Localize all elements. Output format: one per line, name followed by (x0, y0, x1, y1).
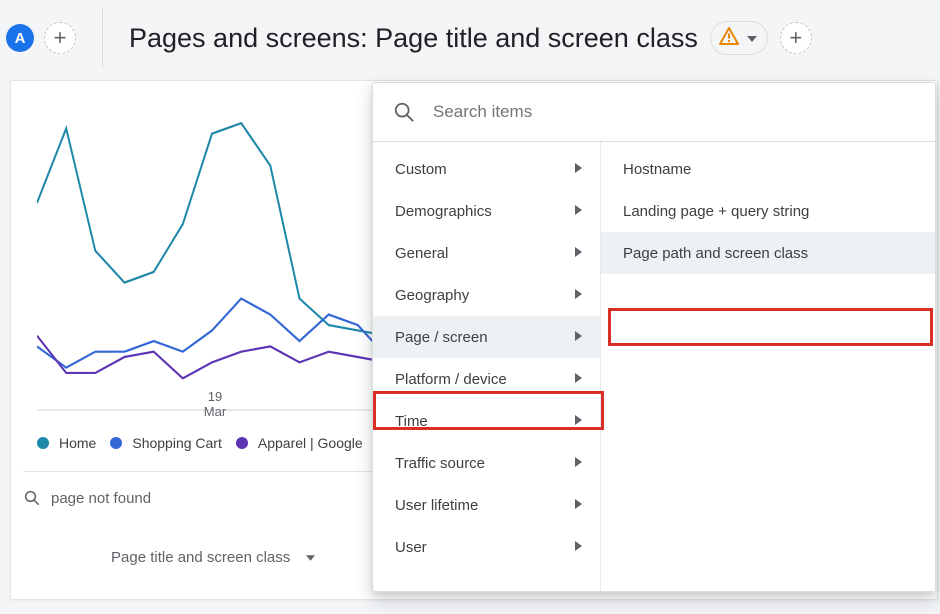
category-list: Custom Demographics General Geography Page /… (373, 142, 601, 591)
chevron-right-icon (575, 288, 582, 302)
legend-label: Home (59, 435, 96, 451)
chevron-right-icon (575, 372, 582, 386)
dimension-select[interactable]: Page title and screen class (111, 549, 315, 566)
chevron-right-icon (575, 456, 582, 470)
category-label: Custom (395, 161, 447, 178)
category-label: Geography (395, 287, 469, 304)
legend-dot (37, 437, 49, 449)
category-label: General (395, 245, 448, 262)
category-item[interactable]: Page / screen (373, 316, 600, 358)
warning-icon (719, 27, 739, 50)
category-label: User (395, 539, 427, 556)
search-icon (23, 489, 41, 507)
legend-item[interactable]: Home (37, 435, 96, 451)
legend-item[interactable]: Shopping Cart (110, 435, 222, 451)
chevron-right-icon (575, 162, 582, 176)
category-item[interactable]: Demographics (373, 190, 600, 232)
chevron-right-icon (575, 414, 582, 428)
line-chart: 19 Mar (37, 91, 387, 421)
legend-dot (110, 437, 122, 449)
subitem-list: Hostname Landing page + query string Page … (601, 142, 935, 591)
sub-item[interactable]: Landing page + query string (601, 190, 935, 232)
chevron-down-icon (747, 29, 757, 47)
legend-item[interactable]: Apparel | Google (236, 435, 363, 451)
category-item[interactable]: User (373, 526, 600, 568)
category-item[interactable]: Platform / device (373, 358, 600, 400)
category-item[interactable]: Time (373, 400, 600, 442)
category-item[interactable]: User lifetime (373, 484, 600, 526)
category-label: Traffic source (395, 455, 485, 472)
legend-label: Apparel | Google (258, 435, 363, 451)
divider (102, 8, 103, 68)
status-pill[interactable] (710, 21, 768, 55)
chevron-right-icon (575, 498, 582, 512)
sub-item-label: Landing page + query string (623, 203, 809, 220)
chart-legend: Home Shopping Cart Apparel | Google (37, 435, 363, 451)
chevron-right-icon (575, 540, 582, 554)
sub-item-label: Page path and screen class (623, 245, 808, 262)
chevron-right-icon (575, 246, 582, 260)
category-item[interactable]: General (373, 232, 600, 274)
category-item[interactable]: Geography (373, 274, 600, 316)
category-item[interactable]: Custom (373, 148, 600, 190)
category-label: Time (395, 413, 428, 430)
category-label: Page / screen (395, 329, 488, 346)
sub-item[interactable]: Page path and screen class (601, 232, 935, 274)
category-item[interactable]: Traffic source (373, 442, 600, 484)
dimension-picker-popover: Custom Demographics General Geography Page /… (372, 82, 936, 592)
page-title: Pages and screens: Page title and screen… (129, 23, 698, 54)
search-icon (393, 101, 415, 123)
sub-item-label: Hostname (623, 161, 691, 178)
chevron-down-icon (306, 552, 315, 564)
chevron-right-icon (575, 330, 582, 344)
legend-label: Shopping Cart (132, 435, 222, 451)
legend-dot (236, 437, 248, 449)
add-button-right[interactable]: + (780, 22, 812, 54)
avatar[interactable]: A (6, 24, 34, 52)
filter-value: page not found (51, 490, 151, 507)
add-button-left[interactable]: + (44, 22, 76, 54)
x-tick: 19 Mar (185, 389, 245, 419)
category-label: User lifetime (395, 497, 478, 514)
sub-item[interactable]: Hostname (601, 148, 935, 190)
category-label: Demographics (395, 203, 492, 220)
chevron-right-icon (575, 204, 582, 218)
search-input[interactable] (431, 101, 915, 123)
category-label: Platform / device (395, 371, 507, 388)
table-filter[interactable]: page not found (23, 489, 151, 507)
